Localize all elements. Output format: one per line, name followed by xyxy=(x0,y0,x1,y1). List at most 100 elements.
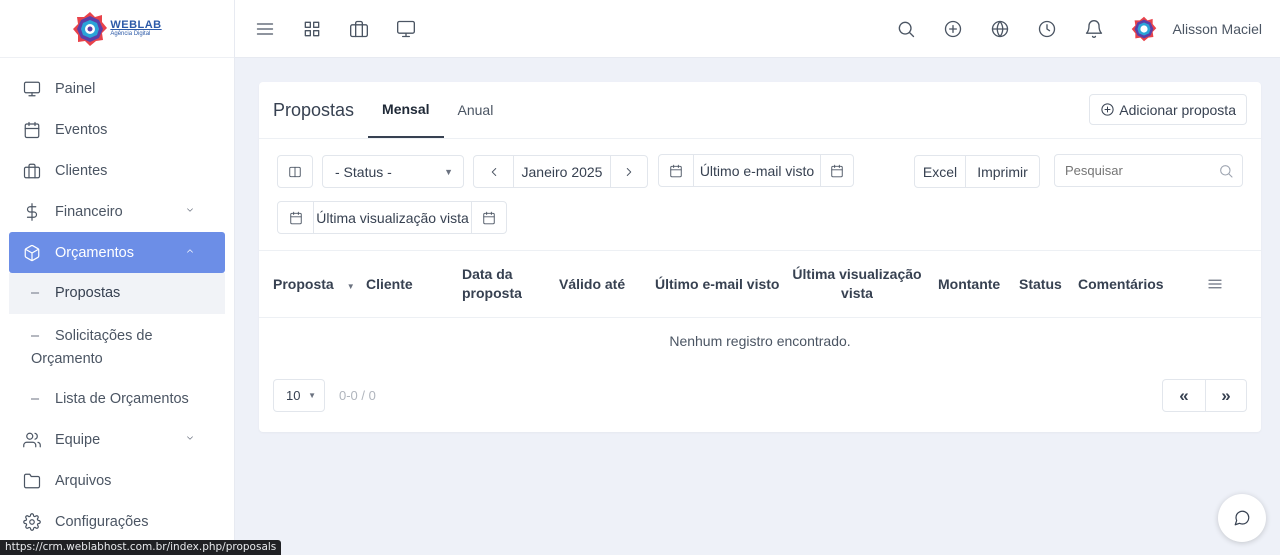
plus-circle-icon[interactable] xyxy=(943,19,963,39)
next-page-button[interactable]: » xyxy=(1205,380,1246,411)
chevron-up-icon xyxy=(185,246,195,256)
filters-bar: - Status - ▼ Janeiro 2025 Último e-mail … xyxy=(259,139,1261,251)
topbar: Alisson Maciel xyxy=(235,0,1280,58)
sidebar-item-financeiro[interactable]: Financeiro xyxy=(9,191,225,232)
sidebar: WEBLAB Agência Digital Painel Eventos Cl… xyxy=(0,0,235,555)
folder-icon xyxy=(23,472,41,490)
search-icon[interactable] xyxy=(896,19,916,39)
tab-anual[interactable]: Anual xyxy=(444,82,508,138)
calendar-icon xyxy=(830,164,844,178)
chevron-down-icon xyxy=(185,433,195,443)
chevron-left-icon xyxy=(487,165,501,179)
prev-page-button[interactable]: « xyxy=(1163,380,1205,411)
last-email-label: Último e-mail visto xyxy=(693,155,820,186)
status-select[interactable] xyxy=(277,155,313,188)
last-view-label: Última visualização vista xyxy=(313,202,471,233)
caret-down-icon: ▼ xyxy=(308,391,316,400)
card-header: Propostas Mensal Anual Adicionar propost… xyxy=(259,82,1261,139)
briefcase-icon[interactable] xyxy=(349,19,369,39)
col-comentarios[interactable]: Comentários xyxy=(1078,275,1164,294)
sidebar-item-label: Equipe xyxy=(55,431,101,448)
next-month-button[interactable] xyxy=(610,156,647,187)
print-button[interactable]: Imprimir xyxy=(965,156,1039,187)
col-proposta[interactable]: Proposta ▼ xyxy=(273,275,355,296)
search-input[interactable] xyxy=(1065,163,1205,178)
table-header: Proposta ▼ Cliente Data da proposta Válid… xyxy=(259,251,1261,318)
menu-icon[interactable] xyxy=(255,19,275,39)
monitor-icon xyxy=(23,80,41,98)
search-icon xyxy=(1218,163,1234,179)
col-montante[interactable]: Montante xyxy=(938,275,1000,294)
chevron-right-icon xyxy=(622,165,636,179)
col-status[interactable]: Status xyxy=(1019,275,1062,294)
sidebar-item-label: Arquivos xyxy=(55,472,112,489)
user-name: Alisson Maciel xyxy=(1172,20,1262,37)
sidebar-item-label: Clientes xyxy=(55,162,108,179)
sidebar-item-equipe[interactable]: Equipe xyxy=(9,419,225,460)
briefcase-icon xyxy=(23,162,41,180)
col-valido-ate[interactable]: Válido até xyxy=(559,275,625,294)
calendar-icon xyxy=(669,164,683,178)
sidebar-item-eventos[interactable]: Eventos xyxy=(9,109,225,150)
sidebar-item-arquivos[interactable]: Arquivos xyxy=(9,460,225,501)
sidebar-item-label: Financeiro xyxy=(55,203,123,220)
grid-icon[interactable] xyxy=(302,19,322,39)
chat-button[interactable] xyxy=(1218,494,1266,542)
col-cliente[interactable]: Cliente xyxy=(366,275,413,294)
last-email-filter[interactable]: Último e-mail visto xyxy=(658,154,854,187)
sidebar-item-configuracoes[interactable]: Configurações xyxy=(9,501,225,542)
add-proposal-button[interactable]: Adicionar proposta xyxy=(1089,94,1247,125)
export-buttons: Excel Imprimir xyxy=(914,155,1040,188)
col-data-proposta[interactable]: Data da proposta xyxy=(462,265,532,303)
dash-marker: – xyxy=(31,391,40,407)
proposals-card: Propostas Mensal Anual Adicionar propost… xyxy=(259,82,1261,432)
empty-state: Nenhum registro encontrado. xyxy=(669,333,851,349)
user-menu[interactable]: Alisson Maciel xyxy=(1131,16,1262,42)
tab-mensal[interactable]: Mensal xyxy=(368,82,444,138)
page-nav: « » xyxy=(1162,379,1247,412)
prev-month-button[interactable] xyxy=(474,156,513,187)
sidebar-item-label: Configurações xyxy=(55,513,149,530)
chevron-down-icon xyxy=(185,205,195,215)
page-range: 0-0 / 0 xyxy=(339,388,376,403)
columns-icon xyxy=(288,165,302,179)
month-navigator: Janeiro 2025 xyxy=(473,155,648,188)
logo-line2: Agência Digital xyxy=(110,31,151,37)
per-page-select[interactable]: 10 ▼ xyxy=(273,379,325,412)
logo-line1: WEBLAB xyxy=(110,19,162,31)
calendar-icon xyxy=(482,211,496,225)
status-dropdown-value: - Status - xyxy=(335,163,392,180)
status-bar-url: https://crm.weblabhost.com.br/index.php/… xyxy=(0,540,282,555)
clock-icon[interactable] xyxy=(1037,19,1057,39)
sidebar-item-orcamentos[interactable]: Orçamentos xyxy=(9,232,225,273)
sidebar-subitem-propostas[interactable]: – Propostas xyxy=(9,273,225,314)
status-dropdown[interactable]: - Status - ▼ xyxy=(322,155,464,188)
bell-icon[interactable] xyxy=(1084,19,1104,39)
sidebar-item-label: Painel xyxy=(55,80,96,97)
sidebar-item-clientes[interactable]: Clientes xyxy=(9,150,225,191)
sidebar-subitem-label: Lista de Orçamentos xyxy=(55,391,189,407)
sidebar-subitem-lista-orcamentos[interactable]: – Lista de Orçamentos xyxy=(9,382,225,419)
add-proposal-label: Adicionar proposta xyxy=(1119,101,1236,118)
sidebar-item-painel[interactable]: Painel xyxy=(9,68,225,109)
dash-marker: – xyxy=(31,328,40,344)
col-ultimo-email[interactable]: Último e-mail visto xyxy=(655,275,779,294)
sidebar-item-label: Eventos xyxy=(55,121,108,138)
col-ultima-visualizacao[interactable]: Última visualização vista xyxy=(791,265,923,303)
column-menu-icon[interactable] xyxy=(1206,275,1224,293)
per-page-value: 10 xyxy=(286,388,301,403)
dollar-icon xyxy=(23,202,41,221)
logo[interactable]: WEBLAB Agência Digital xyxy=(72,11,161,47)
dash-marker: – xyxy=(31,285,40,301)
excel-button[interactable]: Excel xyxy=(915,156,965,187)
globe-icon[interactable] xyxy=(990,19,1010,39)
box-icon xyxy=(23,244,41,262)
search-box xyxy=(1054,154,1243,187)
sidebar-subitem-solicitacoes[interactable]: – Solicitações de Orçamento xyxy=(9,314,225,382)
monitor-icon[interactable] xyxy=(396,19,416,39)
sidebar-nav: Painel Eventos Clientes Financeiro Orçam… xyxy=(0,58,234,542)
caret-down-icon: ▼ xyxy=(444,166,453,177)
calendar-icon xyxy=(23,121,41,139)
last-view-filter[interactable]: Última visualização vista xyxy=(277,201,507,234)
logo-text: WEBLAB Agência Digital xyxy=(110,19,162,38)
